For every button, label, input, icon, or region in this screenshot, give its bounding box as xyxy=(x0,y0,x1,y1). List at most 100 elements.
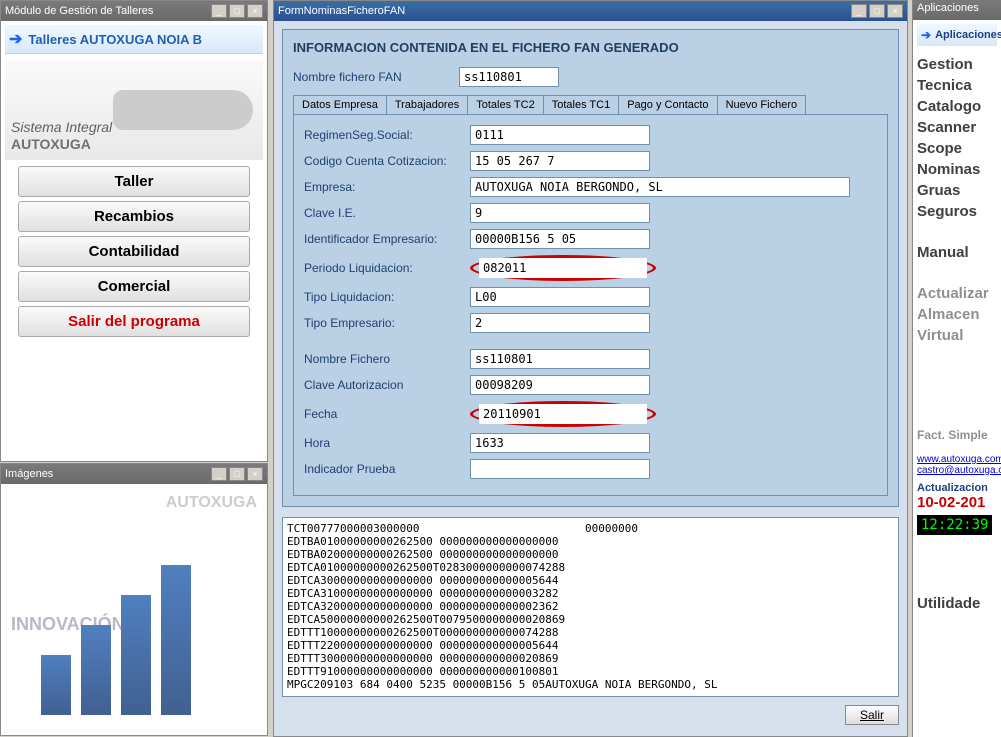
autoxuga-brand: AUTOXUGA xyxy=(11,136,91,152)
images-window: Imágenes _ □ × AUTOXUGA INNOVACIÓN xyxy=(0,463,268,736)
nombre-fichero-input[interactable] xyxy=(459,67,559,87)
talleres-header: ➔ Talleres AUTOXUGA NOIA B xyxy=(5,25,263,54)
images-body: AUTOXUGA INNOVACIÓN xyxy=(1,484,267,735)
nomfic-label: Nombre Fichero xyxy=(304,352,464,366)
left-title-bar[interactable]: Módulo de Gestión de Talleres _ □ × xyxy=(1,1,267,21)
tab-totales-tc1[interactable]: Totales TC1 xyxy=(543,95,620,114)
form-nominas-window: FormNominasFicheroFAN _ □ × INFORMACION … xyxy=(273,0,908,737)
comercial-button[interactable]: Comercial xyxy=(18,271,250,302)
codigo-input[interactable] xyxy=(470,151,650,171)
close-button[interactable]: × xyxy=(247,4,263,18)
close-button[interactable]: × xyxy=(247,467,263,481)
arrow-right-icon: ➔ xyxy=(9,29,22,49)
arrow-right-icon: ➔ xyxy=(921,28,931,42)
info-panel: INFORMACION CONTENIDA EN EL FICHERO FAN … xyxy=(282,29,899,507)
highlight-circle-icon xyxy=(470,401,656,427)
app-almacen[interactable]: Almacen xyxy=(917,304,997,325)
module-window: Módulo de Gestión de Talleres _ □ × ➔ Ta… xyxy=(0,0,268,462)
left-body: ➔ Talleres AUTOXUGA NOIA B Sistema Integ… xyxy=(1,21,267,461)
minimize-button[interactable]: _ xyxy=(851,4,867,18)
app-virtual[interactable]: Virtual xyxy=(917,325,997,346)
periodo-label: Periodo Liquidacion: xyxy=(304,261,464,275)
salir-button[interactable]: Salir xyxy=(845,705,899,725)
email-link[interactable]: castro@autoxuga.com xyxy=(917,465,997,476)
close-button[interactable]: × xyxy=(887,4,903,18)
ident-input[interactable] xyxy=(470,229,650,249)
app-nominas[interactable]: Nominas xyxy=(917,159,997,180)
tipoemp-label: Tipo Empresario: xyxy=(304,316,464,330)
periodo-input[interactable] xyxy=(479,258,647,278)
ident-label: Identificador Empresario: xyxy=(304,232,464,246)
images-title-bar[interactable]: Imágenes _ □ × xyxy=(1,464,267,484)
regimen-label: RegimenSeg.Social: xyxy=(304,128,464,142)
fact-simple[interactable]: Fact. Simple xyxy=(917,426,997,444)
tab-totales-tc2[interactable]: Totales TC2 xyxy=(467,95,544,114)
tab-content: RegimenSeg.Social: Codigo Cuenta Cotizac… xyxy=(293,114,888,496)
claveie-label: Clave I.E. xyxy=(304,206,464,220)
actualizacion-label: Actualizacion xyxy=(917,482,997,494)
form-title: FormNominasFicheroFAN xyxy=(278,5,405,17)
apps-header: ➔ Aplicaciones xyxy=(917,24,997,46)
claveaut-input[interactable] xyxy=(470,375,650,395)
tipoliq-label: Tipo Liquidacion: xyxy=(304,290,464,304)
tab-datos-empresa[interactable]: Datos Empresa xyxy=(293,95,387,114)
apps-title: Aplicaciones xyxy=(917,2,979,14)
nombre-fichero-label: Nombre fichero FAN xyxy=(293,70,453,84)
tipoliq-input[interactable] xyxy=(470,287,650,307)
tipoemp-input[interactable] xyxy=(470,313,650,333)
maximize-button[interactable]: □ xyxy=(229,4,245,18)
tab-pago-contacto[interactable]: Pago y Contacto xyxy=(618,95,717,114)
empresa-label: Empresa: xyxy=(304,180,464,194)
wrench-icon xyxy=(113,90,253,130)
app-gruas[interactable]: Gruas xyxy=(917,180,997,201)
module-title: Módulo de Gestión de Talleres xyxy=(5,5,153,17)
tab-trabajadores[interactable]: Trabajadores xyxy=(386,95,468,114)
app-scope[interactable]: Scope xyxy=(917,138,997,159)
raw-text-output[interactable]: TCT00777000003000000 00000000 EDTBA01000… xyxy=(282,517,899,697)
nomfic-input[interactable] xyxy=(470,349,650,369)
indprueba-input[interactable] xyxy=(470,459,650,479)
maximize-button[interactable]: □ xyxy=(229,467,245,481)
apps-title-bar[interactable]: Aplicaciones xyxy=(913,0,1001,20)
images-title: Imágenes xyxy=(5,468,53,480)
claveie-input[interactable] xyxy=(470,203,650,223)
recambios-button[interactable]: Recambios xyxy=(18,201,250,232)
actualizacion-date: 10-02-201 xyxy=(917,494,997,511)
minimize-button[interactable]: _ xyxy=(211,4,227,18)
tab-bar: Datos Empresa Trabajadores Totales TC2 T… xyxy=(293,95,888,114)
chart-icon xyxy=(41,565,191,715)
empresa-input[interactable] xyxy=(470,177,850,197)
contabilidad-button[interactable]: Contabilidad xyxy=(18,236,250,267)
panel-title: INFORMACION CONTENIDA EN EL FICHERO FAN … xyxy=(293,40,888,55)
claveaut-label: Clave Autorizacion xyxy=(304,378,464,392)
fecha-label: Fecha xyxy=(304,407,464,421)
app-scanner[interactable]: Scanner xyxy=(917,117,997,138)
app-actualizar[interactable]: Actualizar xyxy=(917,283,997,304)
maximize-button[interactable]: □ xyxy=(869,4,885,18)
apps-window: Aplicaciones ➔ Aplicaciones Gestion Tecn… xyxy=(912,0,1001,737)
codigo-label: Codigo Cuenta Cotizacion: xyxy=(304,154,464,168)
taller-button[interactable]: Taller xyxy=(18,166,250,197)
branding-image: Sistema Integral AUTOXUGA xyxy=(5,60,263,160)
autoxuga-watermark: AUTOXUGA xyxy=(166,494,257,512)
apps-body: ➔ Aplicaciones Gestion Tecnica Catalogo … xyxy=(913,20,1001,616)
utilidade-label[interactable]: Utilidade xyxy=(917,595,997,612)
salir-programa-button[interactable]: Salir del programa xyxy=(18,306,250,337)
app-seguros[interactable]: Seguros xyxy=(917,201,997,222)
highlight-circle-icon xyxy=(470,255,656,281)
app-tecnica[interactable]: Tecnica xyxy=(917,75,997,96)
sistema-text: Sistema Integral xyxy=(11,120,112,134)
tab-nuevo-fichero[interactable]: Nuevo Fichero xyxy=(717,95,807,114)
center-title-bar[interactable]: FormNominasFicheroFAN _ □ × xyxy=(274,1,907,21)
app-gestion[interactable]: Gestion xyxy=(917,54,997,75)
indprueba-label: Indicador Prueba xyxy=(304,462,464,476)
regimen-input[interactable] xyxy=(470,125,650,145)
app-catalogo[interactable]: Catalogo xyxy=(917,96,997,117)
web-link[interactable]: www.autoxuga.com xyxy=(917,454,997,465)
minimize-button[interactable]: _ xyxy=(211,467,227,481)
app-manual[interactable]: Manual xyxy=(917,242,997,263)
hora-input[interactable] xyxy=(470,433,650,453)
center-body: INFORMACION CONTENIDA EN EL FICHERO FAN … xyxy=(274,21,907,736)
fecha-input[interactable] xyxy=(479,404,647,424)
apps-header-text: Aplicaciones xyxy=(935,29,1001,41)
